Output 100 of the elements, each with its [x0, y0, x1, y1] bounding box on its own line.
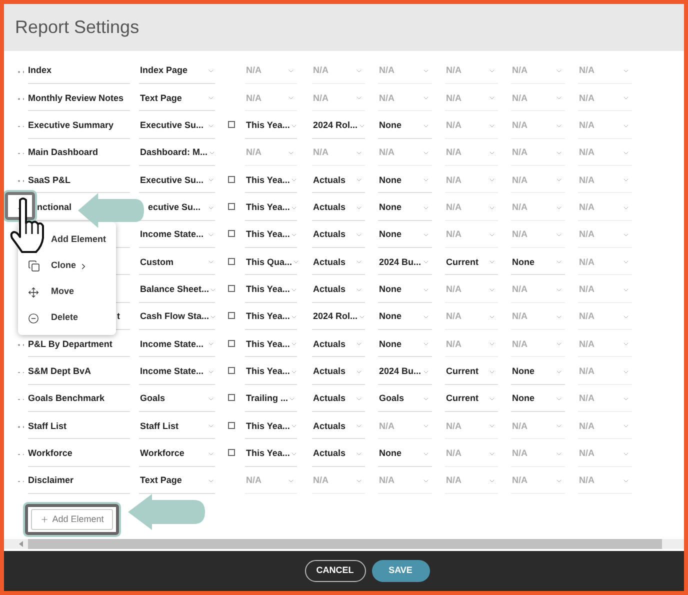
menu-item[interactable]: Delete	[18, 305, 116, 331]
type-select[interactable]: ecutive Su...	[148, 196, 215, 220]
option-select[interactable]: Actuals	[312, 196, 365, 221]
option-select[interactable]: None	[378, 168, 432, 194]
option-select[interactable]: None	[378, 222, 432, 248]
copy-icon	[28, 260, 40, 272]
option-select[interactable]: Current	[445, 386, 498, 412]
chevron-down-icon	[555, 67, 563, 75]
element-name: SaaS P&L	[28, 174, 71, 187]
chevron-down-icon	[207, 67, 215, 75]
option-select[interactable]: This Yea...	[245, 332, 297, 358]
checkbox[interactable]	[228, 230, 234, 238]
option-select[interactable]: This Yea...	[245, 304, 297, 330]
option-select[interactable]: Trailing ...	[245, 386, 297, 412]
type-select[interactable]: Index Page	[139, 59, 215, 83]
type-select[interactable]: Custom	[139, 250, 215, 274]
element-name: Index	[28, 64, 52, 78]
option-select[interactable]: Actuals	[312, 360, 365, 385]
chevron-down-icon	[488, 67, 496, 75]
checkbox[interactable]	[228, 449, 234, 456]
type-select[interactable]: Goals	[139, 386, 215, 411]
type-select[interactable]: Income State...	[139, 360, 215, 384]
checkbox[interactable]	[228, 422, 234, 429]
type-select[interactable]: Income State...	[139, 222, 215, 247]
option-select[interactable]: This Qua...	[245, 250, 297, 276]
checkbox[interactable]	[228, 121, 234, 128]
element-name: Executive Summary	[28, 118, 114, 132]
option-select[interactable]: None	[511, 386, 565, 412]
type-select[interactable]: Executive Su...	[139, 114, 215, 138]
element-name: Monthly Review Notes	[28, 92, 124, 105]
move-icon	[28, 286, 39, 298]
option-select[interactable]: None	[511, 360, 565, 385]
type-select[interactable]: Executive Su...	[139, 168, 215, 192]
option-select[interactable]: 2024 Rol...	[312, 114, 365, 139]
option-select[interactable]: This Yea...	[245, 442, 297, 467]
dialog-title: Report Settings	[15, 16, 140, 39]
option-select[interactable]: Current	[445, 250, 498, 276]
type-select[interactable]: Text Page	[139, 86, 215, 110]
type-select[interactable]: Cash Flow Sta...	[139, 304, 218, 329]
pointer-arrow	[78, 193, 144, 228]
option-select[interactable]: None	[378, 196, 432, 221]
type-select[interactable]: Balance Sheet...	[139, 278, 218, 302]
menu-item[interactable]: Clone	[18, 253, 116, 279]
type-select[interactable]: Workforce	[139, 442, 215, 466]
add-element-button[interactable]: Add Element	[31, 509, 113, 530]
option-select[interactable]: This Yea...	[245, 278, 297, 303]
type-select[interactable]: Text Page	[139, 468, 215, 493]
element-name: P&L By Department	[28, 338, 112, 351]
scroll-left-icon[interactable]	[19, 541, 23, 547]
option-select[interactable]: This Yea...	[245, 360, 297, 385]
option-select[interactable]: Current	[445, 360, 498, 385]
element-name: S&M Dept BvA	[28, 364, 92, 378]
option-select[interactable]: This Yea...	[245, 114, 297, 139]
type-select[interactable]: Dashboard: M...	[139, 140, 216, 165]
checkbox[interactable]	[228, 285, 234, 292]
option-select[interactable]: None	[511, 250, 565, 276]
type-select[interactable]: Income State...	[139, 332, 215, 356]
checkbox[interactable]	[228, 340, 234, 347]
option-select[interactable]: Actuals	[312, 332, 365, 358]
option-select[interactable]: 2024 Bu...	[378, 360, 432, 385]
option-select[interactable]: None	[378, 304, 432, 330]
element-name: t	[117, 310, 120, 324]
chevron-down-icon	[422, 67, 430, 75]
option-select[interactable]: None	[378, 114, 432, 139]
checkbox[interactable]	[228, 176, 234, 183]
element-name: Staff List	[28, 420, 67, 433]
option-select[interactable]: This Yea...	[245, 222, 297, 248]
option-select[interactable]: 2024 Bu...	[378, 250, 432, 276]
option-select[interactable]: Actuals	[312, 222, 365, 248]
option-select[interactable]: None	[378, 442, 432, 467]
option-select[interactable]: 2024 Rol...	[312, 304, 365, 330]
option-select[interactable]: This Yea...	[245, 414, 297, 440]
element-name: Workforce	[28, 446, 72, 460]
checkbox[interactable]	[228, 312, 234, 320]
checkbox[interactable]	[228, 258, 234, 265]
option-select[interactable]: Actuals	[312, 278, 365, 303]
highlight-square	[5, 192, 35, 220]
menu-item[interactable]: Move	[18, 279, 116, 305]
option-select[interactable]: Actuals	[312, 250, 365, 276]
chevron-down-icon	[287, 67, 295, 75]
element-name: Disclaimer	[28, 474, 74, 488]
option-select[interactable]: Goals	[378, 386, 432, 412]
checkbox[interactable]	[228, 367, 234, 374]
checkbox[interactable]	[228, 203, 234, 210]
option-select[interactable]: Actuals	[312, 386, 365, 412]
checkbox[interactable]	[228, 394, 234, 402]
option-select[interactable]: This Yea...	[245, 168, 297, 194]
option-select[interactable]: This Yea...	[245, 196, 297, 221]
chevron-down-icon	[622, 67, 630, 75]
option-select[interactable]: None	[378, 332, 432, 358]
option-select[interactable]: None	[378, 278, 432, 303]
plus-icon	[40, 515, 50, 524]
option-select[interactable]: Actuals	[312, 168, 365, 194]
element-name: Main Dashboard	[28, 146, 98, 160]
option-select[interactable]: Actuals	[312, 414, 365, 440]
chevron-down-icon	[355, 67, 363, 75]
option-select[interactable]: Actuals	[312, 442, 365, 467]
type-select[interactable]: Staff List	[139, 414, 215, 438]
cancel-button[interactable]: CANCEL	[304, 560, 366, 582]
minus-circle-icon	[28, 312, 39, 324]
